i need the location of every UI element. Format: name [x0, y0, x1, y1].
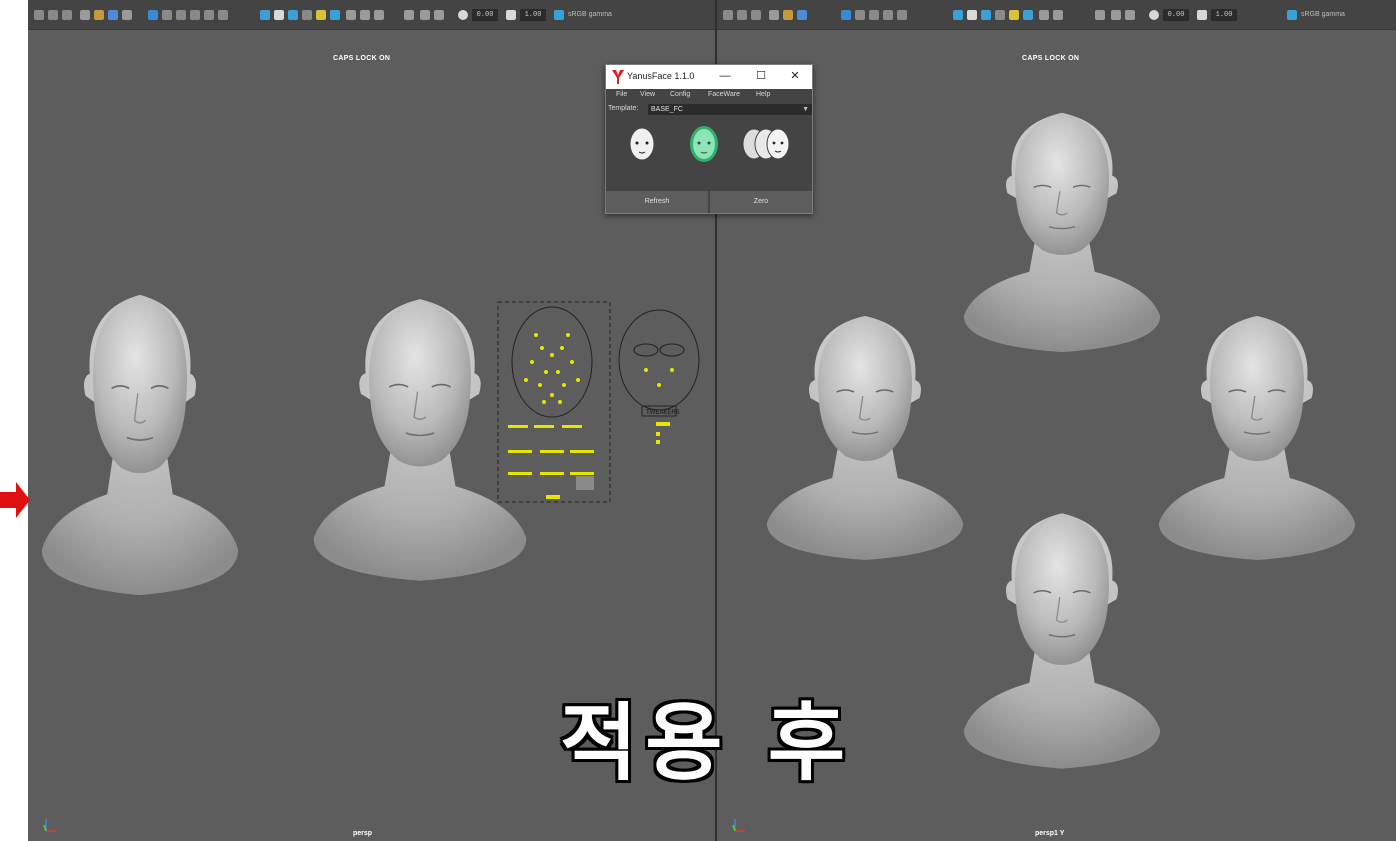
menu-file[interactable]: File	[616, 91, 627, 98]
window-title: YanusFace 1.1.0	[627, 71, 695, 81]
window-titlebar[interactable]: YanusFace 1.1.0 — ☐ ✕	[606, 65, 812, 89]
anti-alias-icon[interactable]	[346, 10, 356, 20]
xray-icon[interactable]	[190, 10, 200, 20]
bookmark-icon[interactable]	[737, 10, 747, 20]
image-plane-icon[interactable]	[751, 10, 761, 20]
film-gate-icon[interactable]	[1111, 10, 1121, 20]
face-active-icon[interactable]	[686, 122, 722, 168]
caps-lock-hud: CAPS LOCK ON	[1022, 55, 1080, 62]
shadows-icon[interactable]	[981, 10, 991, 20]
grid-icon[interactable]	[80, 10, 90, 20]
shadows-icon[interactable]	[288, 10, 298, 20]
red-arrow-icon	[0, 482, 30, 518]
close-button[interactable]: ✕	[788, 69, 802, 83]
textured-icon[interactable]	[260, 10, 270, 20]
exposure-icon[interactable]	[458, 10, 468, 20]
camera-icon[interactable]	[723, 10, 733, 20]
overlay-caption: 적용 후	[560, 694, 854, 792]
template-row: Template: BASE_FC ▼	[606, 103, 812, 116]
select-camera-icon[interactable]	[1095, 10, 1105, 20]
gamma-icon[interactable]	[506, 10, 516, 20]
default-material-icon[interactable]	[176, 10, 186, 20]
color-management-icon[interactable]	[1287, 10, 1297, 20]
camera-name-label: persp	[353, 830, 373, 837]
zero-button[interactable]: Zero	[710, 191, 812, 213]
safe-action-icon[interactable]	[122, 10, 132, 20]
refresh-button[interactable]: Refresh	[606, 191, 708, 213]
ambient-occlusion-icon[interactable]	[302, 10, 312, 20]
wireframe-icon[interactable]	[148, 10, 158, 20]
depth-of-field-icon[interactable]	[360, 10, 370, 20]
yanusface-window[interactable]: YanusFace 1.1.0 — ☐ ✕ File View Config F…	[605, 64, 813, 214]
menu-bar: File View Config FaceWare Help	[606, 89, 812, 103]
template-value: BASE_FC	[651, 106, 683, 113]
default-material-icon[interactable]	[869, 10, 879, 20]
depth-of-field-icon[interactable]	[1053, 10, 1063, 20]
exposure-field[interactable]: 0.00	[472, 9, 498, 21]
gate-mask-icon[interactable]	[434, 10, 444, 20]
isolate-icon[interactable]	[204, 10, 214, 20]
minimize-button[interactable]: —	[718, 69, 732, 83]
light-bulb-icon[interactable]	[316, 10, 326, 20]
face-buttons-row	[606, 116, 812, 178]
menu-view[interactable]: View	[640, 91, 655, 98]
lighting-icon[interactable]	[967, 10, 977, 20]
motion-blur-icon[interactable]	[330, 10, 340, 20]
select-camera-icon[interactable]	[404, 10, 414, 20]
isolate-icon[interactable]	[897, 10, 907, 20]
grid-icon[interactable]	[769, 10, 779, 20]
template-label: Template:	[608, 105, 639, 112]
caps-lock-hud: CAPS LOCK ON	[333, 55, 391, 62]
wireframe-icon[interactable]	[841, 10, 851, 20]
viewport-toolbar-right[interactable]: 0.00 1.00 sRGB gamma	[717, 0, 1396, 30]
bookmark-icon[interactable]	[48, 10, 58, 20]
resolution-gate-icon[interactable]	[783, 10, 793, 20]
maximize-button[interactable]: ☐	[754, 69, 768, 83]
lighting-icon[interactable]	[274, 10, 284, 20]
camera-name-label: persp1 Y	[1035, 830, 1065, 837]
image-plane-icon[interactable]	[62, 10, 72, 20]
xray-icon[interactable]	[883, 10, 893, 20]
head-model-bottom[interactable]	[942, 505, 1182, 777]
camera-icon[interactable]	[34, 10, 44, 20]
field-chart-icon[interactable]	[797, 10, 807, 20]
shaded-wire-icon[interactable]	[218, 10, 228, 20]
smooth-shade-icon[interactable]	[162, 10, 172, 20]
motion-blur-icon[interactable]	[1023, 10, 1033, 20]
axis-gizmo	[43, 819, 56, 832]
film-gate-icon[interactable]	[420, 10, 430, 20]
gate-mask-icon[interactable]	[1125, 10, 1135, 20]
axis-gizmo	[732, 819, 745, 832]
view-transform-label[interactable]: sRGB gamma	[568, 9, 612, 21]
resolution-gate-icon[interactable]	[94, 10, 104, 20]
light-bulb-icon[interactable]	[1009, 10, 1019, 20]
anti-alias-icon[interactable]	[1039, 10, 1049, 20]
smooth-shade-icon[interactable]	[855, 10, 865, 20]
action-buttons: Refresh Zero	[606, 191, 812, 213]
field-chart-icon[interactable]	[108, 10, 118, 20]
view-transform-label[interactable]: sRGB gamma	[1301, 9, 1345, 21]
exposure-field[interactable]: 0.00	[1163, 9, 1189, 21]
face-neutral-icon[interactable]	[624, 122, 660, 168]
color-management-icon[interactable]	[554, 10, 564, 20]
tweakers-label: TWEAKERS	[646, 410, 680, 416]
viewport-toolbar-left[interactable]: 0.00 1.00 sRGB gamma	[28, 0, 715, 30]
ambient-occlusion-icon[interactable]	[995, 10, 1005, 20]
template-select[interactable]: BASE_FC ▼	[648, 104, 812, 115]
yanusface-logo-icon	[612, 70, 624, 84]
menu-help[interactable]: Help	[756, 91, 770, 98]
gamma-field[interactable]: 1.00	[520, 9, 546, 21]
textured-icon[interactable]	[953, 10, 963, 20]
exposure-icon[interactable]	[1149, 10, 1159, 20]
menu-faceware[interactable]: FaceWare	[708, 91, 740, 98]
face-multiple-icon[interactable]	[738, 122, 796, 168]
head-model-before[interactable]	[28, 285, 260, 605]
chevron-down-icon[interactable]: ▼	[802, 104, 809, 115]
hud-icon[interactable]	[374, 10, 384, 20]
gamma-field[interactable]: 1.00	[1211, 9, 1237, 21]
facial-rig-panel[interactable]: TWEAKERS	[496, 300, 708, 505]
gamma-icon[interactable]	[1197, 10, 1207, 20]
menu-config[interactable]: Config	[670, 91, 690, 98]
